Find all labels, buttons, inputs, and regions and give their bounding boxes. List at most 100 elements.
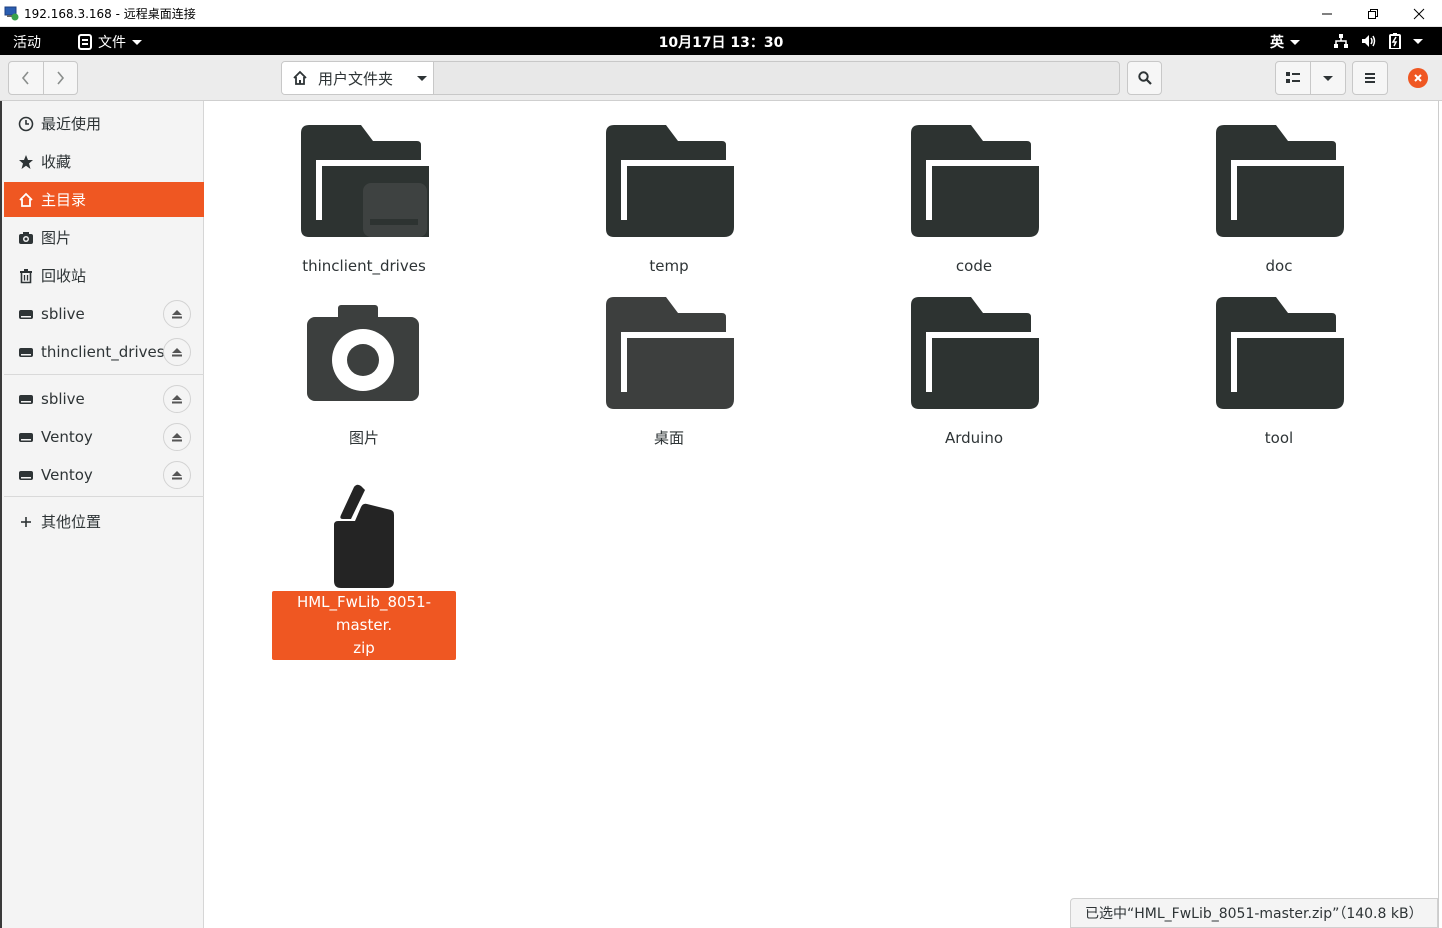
chevron-down-icon [1413, 38, 1423, 44]
sidebar-item-starred[interactable]: 收藏 [4, 144, 205, 179]
desktop-folder-icon [606, 297, 736, 409]
view-options-button[interactable] [1310, 61, 1346, 95]
input-method-indicator[interactable]: 英 [1270, 32, 1300, 52]
sidebar-item-sblive[interactable]: sblive [4, 296, 205, 331]
eject-button[interactable] [163, 461, 191, 489]
minimize-icon [1322, 13, 1332, 14]
hamburger-menu-icon [1365, 73, 1375, 83]
trash-icon [20, 268, 32, 283]
close-window-button[interactable] [1396, 0, 1442, 27]
file-name: HML_FwLib_8051-master. zip [272, 591, 456, 660]
star-icon [19, 154, 33, 169]
file-name: temp [649, 257, 689, 275]
clock-icon [18, 116, 34, 131]
sidebar-item-pictures[interactable]: 图片 [4, 220, 205, 255]
file-icon-view: thinclient_drives temp code doc 图片 桌面 Ar… [204, 101, 1438, 928]
folder-icon [606, 125, 736, 237]
file-name: Arduino [944, 429, 1004, 447]
chevron-left-icon [21, 71, 29, 85]
file-item-tool[interactable]: tool [1184, 295, 1374, 450]
drive-icon [19, 470, 33, 480]
sidebar-item-recent[interactable]: 最近使用 [4, 106, 205, 141]
file-item-arduino[interactable]: Arduino [879, 295, 1069, 450]
eject-icon [172, 310, 182, 319]
file-item-pictures[interactable]: 图片 [269, 295, 459, 450]
restore-button[interactable] [1350, 0, 1396, 27]
sidebar-separator [4, 374, 205, 375]
path-bar: 用户文件夹 [281, 61, 1120, 95]
eject-button[interactable] [163, 338, 191, 366]
sidebar-item-ventoy[interactable]: Ventoy [4, 457, 205, 492]
back-button[interactable] [9, 62, 43, 94]
main-menu-button[interactable] [1352, 61, 1388, 95]
forward-button[interactable] [42, 62, 77, 94]
drive-icon [19, 432, 33, 442]
archive-icon [334, 484, 394, 588]
drive-icon [19, 309, 33, 319]
view-toggle-button[interactable] [1275, 61, 1311, 95]
file-item-hml-fwlib-zip[interactable]: HML_FwLib_8051-master. zip [269, 481, 459, 660]
file-item-desktop[interactable]: 桌面 [574, 295, 764, 450]
activities-button[interactable]: 活动 [13, 32, 41, 52]
sidebar-item-thinclient-drives[interactable]: thinclient_drives [4, 334, 205, 369]
eject-icon [172, 395, 182, 404]
file-name: thinclient_drives [302, 257, 426, 275]
remote-folder-icon [301, 125, 431, 237]
status-text: 已选中“HML_FwLib_8051-master.zip”（140.8 kB） [1085, 906, 1423, 922]
sidebar-item-other-locations[interactable]: 其他位置 [4, 504, 205, 539]
rdp-titlebar: 192.168.3.168 - 远程桌面连接 [0, 0, 1442, 27]
folder-icon [911, 125, 1041, 237]
file-item-temp[interactable]: temp [574, 123, 764, 278]
sidebar-item-label: sblive [41, 304, 85, 323]
app-menu-label: 文件 [98, 35, 126, 51]
sidebar-item-home[interactable]: 主目录 [4, 182, 205, 217]
file-item-doc[interactable]: doc [1184, 123, 1374, 278]
file-name: doc [1265, 257, 1293, 275]
file-item-code[interactable]: code [879, 123, 1069, 278]
camera-icon [19, 231, 33, 244]
drive-icon [19, 347, 33, 357]
eject-icon [172, 348, 182, 357]
eject-button[interactable] [163, 300, 191, 328]
volume-icon [1362, 35, 1376, 47]
minimize-button[interactable] [1304, 0, 1350, 27]
eject-icon [172, 433, 182, 442]
remote-desktop-icon [4, 5, 20, 21]
window-edge [1438, 101, 1442, 928]
input-method-label: 英 [1270, 35, 1284, 51]
file-item-thinclient-drives[interactable]: thinclient_drives [269, 123, 459, 278]
places-sidebar: 最近使用 收藏 主目录 图片 回收站 sblive thinclient_dri… [0, 101, 205, 928]
close-nautilus-button[interactable] [1408, 68, 1428, 88]
network-icon [1334, 34, 1348, 48]
sidebar-item-label: 回收站 [41, 267, 87, 285]
search-icon [1137, 71, 1152, 85]
sidebar-item-sblive[interactable]: sblive [4, 381, 205, 416]
folder-icon [911, 297, 1041, 409]
sidebar-item-label: Ventoy [41, 427, 93, 446]
sidebar-item-label: 主目录 [41, 191, 87, 209]
path-home-button[interactable]: 用户文件夹 [282, 62, 434, 94]
selection-status: 已选中“HML_FwLib_8051-master.zip”（140.8 kB） [1070, 898, 1438, 928]
plus-icon [21, 516, 31, 527]
search-button[interactable] [1127, 61, 1162, 95]
drive-icon [19, 394, 33, 404]
app-menu[interactable]: 文件 [78, 32, 142, 52]
file-name-line: zip [353, 639, 375, 657]
gnome-top-bar: 活动 文件 10月17日 13：30 英 [0, 27, 1442, 55]
close-icon [1413, 8, 1425, 19]
folder-icon [1216, 125, 1346, 237]
sidebar-separator [4, 496, 205, 497]
file-name: 图片 [348, 429, 379, 447]
eject-icon [172, 471, 182, 480]
home-icon [293, 70, 307, 85]
clock[interactable]: 10月17日 13：30 [659, 35, 784, 51]
sidebar-item-ventoy[interactable]: Ventoy [4, 419, 205, 454]
camera-icon [307, 305, 419, 401]
sidebar-item-label: sblive [41, 389, 85, 408]
eject-button[interactable] [163, 385, 191, 413]
eject-button[interactable] [163, 423, 191, 451]
chevron-down-icon [417, 75, 428, 81]
system-menu[interactable] [1333, 33, 1423, 49]
file-name: tool [1264, 429, 1294, 447]
sidebar-item-trash[interactable]: 回收站 [4, 258, 205, 293]
